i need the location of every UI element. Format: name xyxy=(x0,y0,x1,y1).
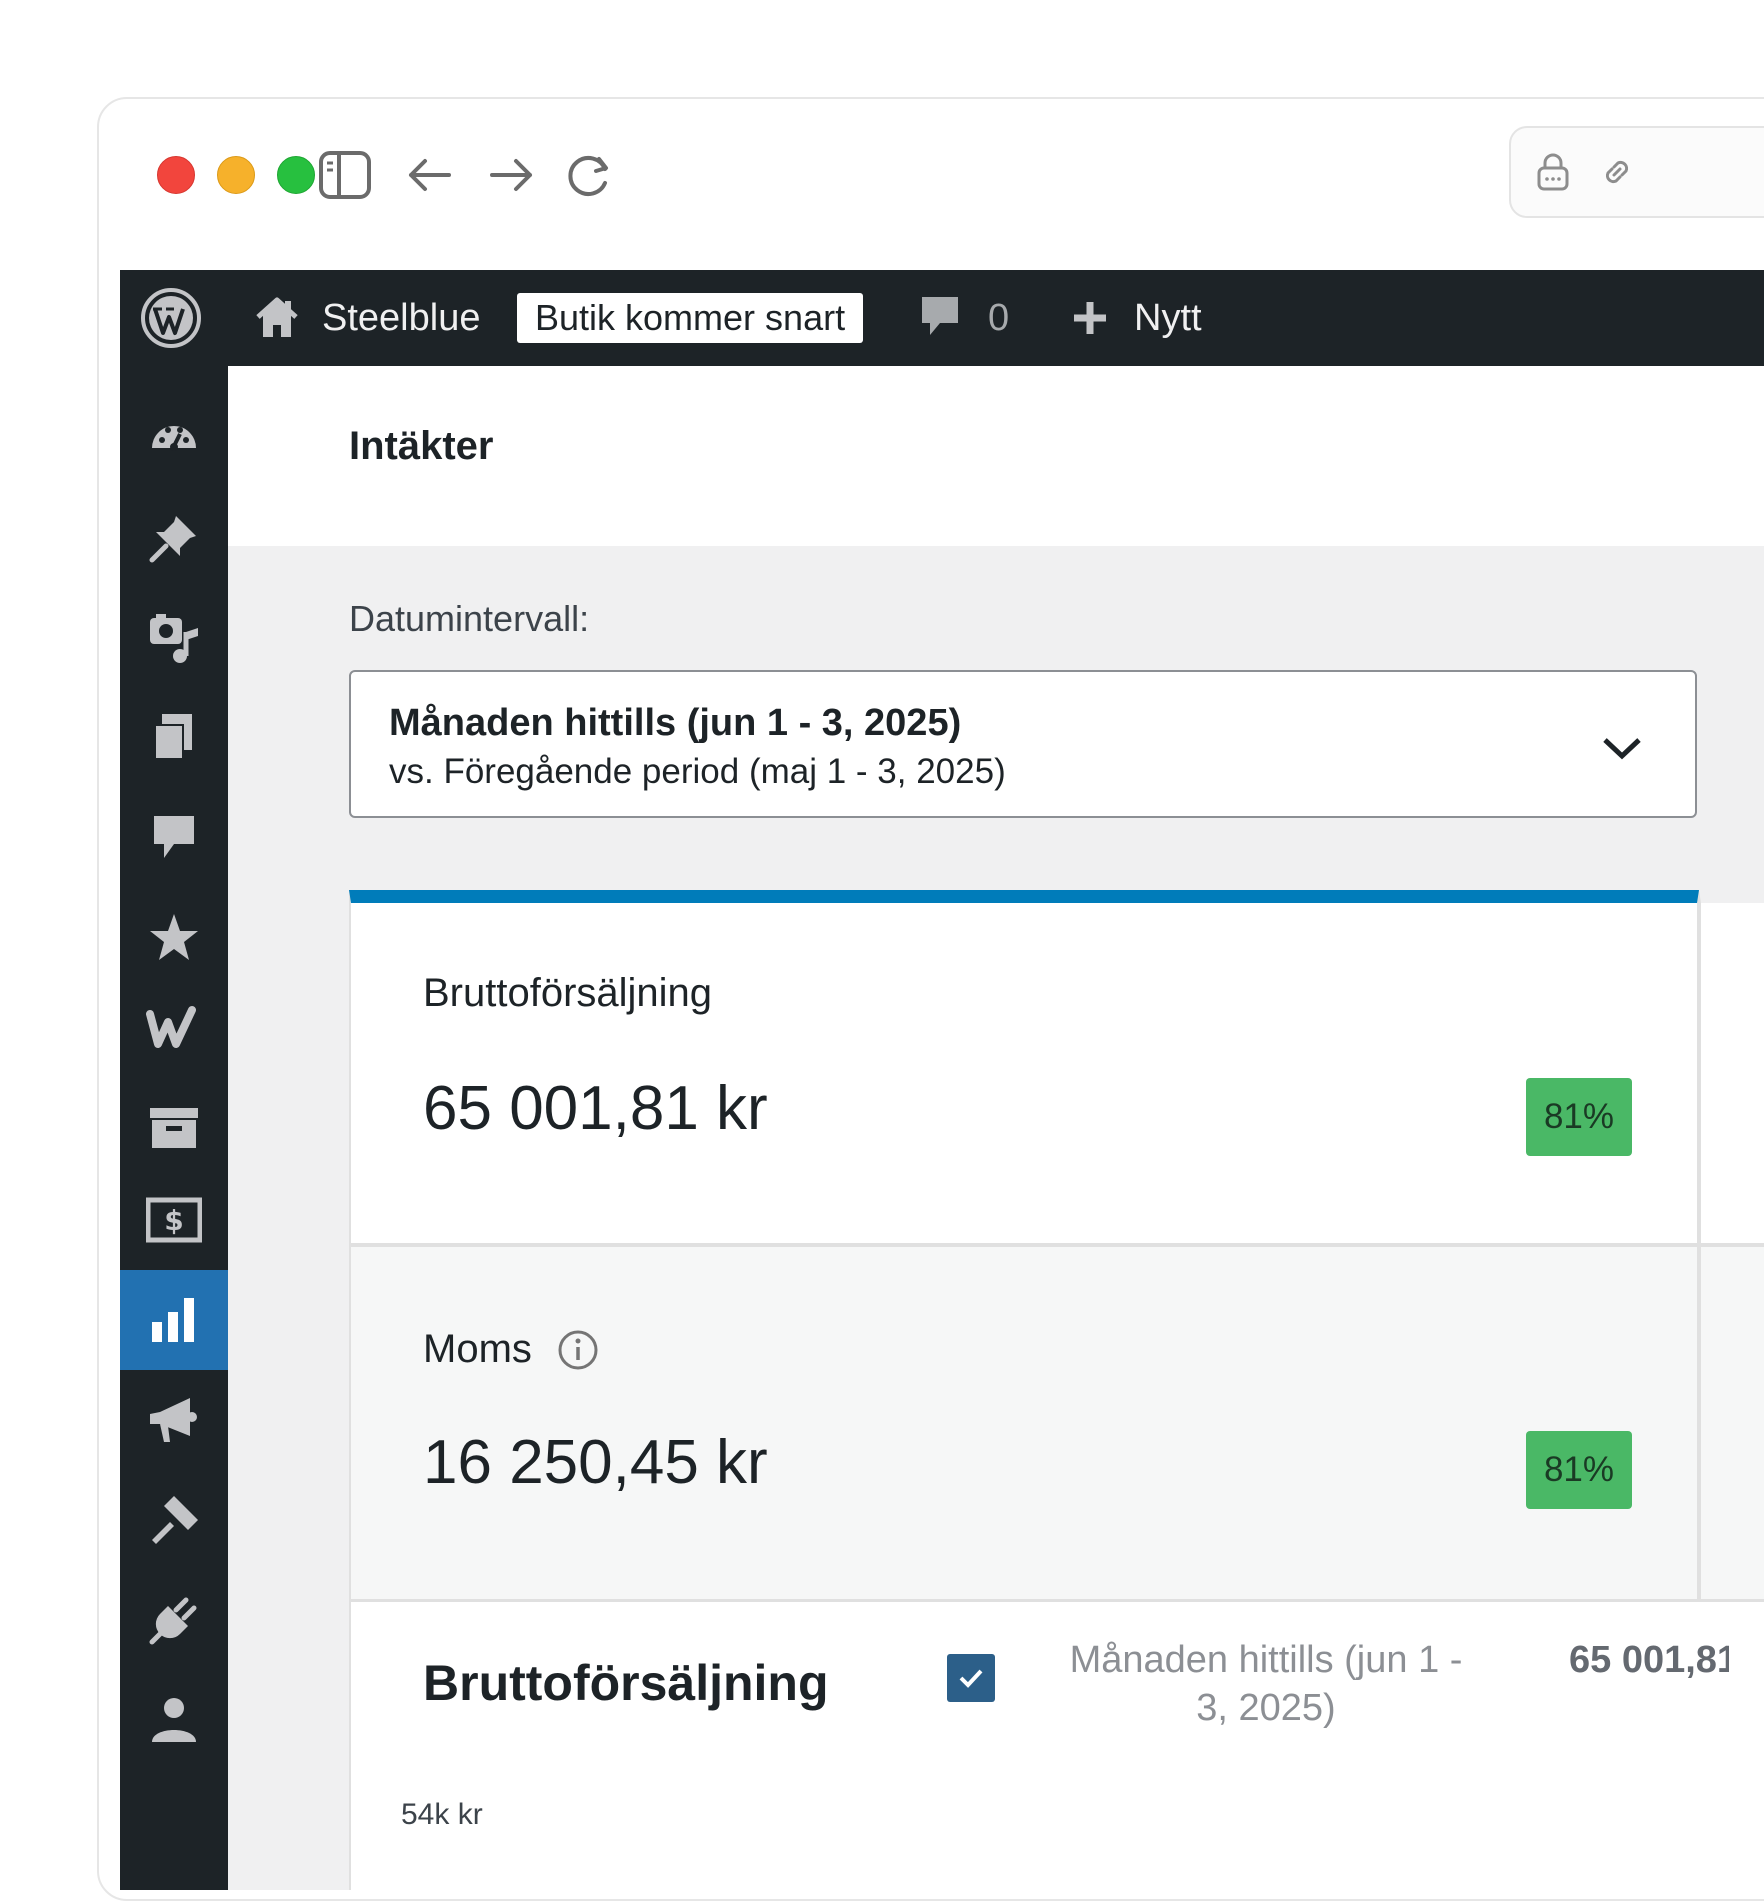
archive-icon xyxy=(150,1108,198,1148)
page-title: Intäkter xyxy=(349,424,494,468)
appearance-icon xyxy=(152,1496,198,1544)
sidebar-item-users[interactable] xyxy=(120,1670,228,1770)
sidebar-item-dashboard[interactable] xyxy=(120,388,228,488)
payments-icon: $ xyxy=(146,1197,202,1243)
sidebar-item-analytics[interactable] xyxy=(120,1270,228,1370)
date-range-primary: Månaden hittills (jun 1 - 3, 2025) xyxy=(389,702,962,744)
comments-link[interactable]: 0 xyxy=(918,270,1009,366)
chart-period: Månaden hittills (jun 1 - 3, 2025) xyxy=(1069,1639,1463,1729)
summary-value: 16 250,45 kr xyxy=(423,1428,768,1497)
summary-card-gross-sales[interactable]: Bruttoförsäljning 65 001,81 kr 81% xyxy=(349,890,1699,1245)
plugins-icon xyxy=(149,1597,197,1645)
admin-sidebar: $ xyxy=(120,366,228,1890)
new-label: Nytt xyxy=(1134,296,1202,339)
summary-card-tax[interactable]: Moms 16 250,45 kr 81% xyxy=(349,1245,1699,1601)
pages-icon xyxy=(154,714,192,760)
wordpress-logo-icon[interactable] xyxy=(140,270,202,366)
new-content-menu[interactable]: Nytt xyxy=(1070,270,1202,366)
sidebar-item-marketing[interactable] xyxy=(120,1370,228,1470)
series-checkbox[interactable] xyxy=(947,1654,995,1702)
info-icon[interactable] xyxy=(556,1328,600,1372)
site-name: Steelblue xyxy=(322,296,481,339)
sidebar-item-appearance[interactable] xyxy=(120,1470,228,1570)
address-bar[interactable] xyxy=(1509,126,1764,218)
delta-badge: 81% xyxy=(1526,1431,1632,1509)
checkmark-icon xyxy=(959,1669,983,1688)
sidebar-item-payments[interactable]: $ xyxy=(120,1170,228,1270)
comment-bubble-icon xyxy=(922,297,958,335)
summary-value: 65 001,81 kr xyxy=(423,1074,768,1143)
reload-icon[interactable] xyxy=(561,147,617,203)
megaphone-icon xyxy=(150,1398,197,1442)
summary-label-row: Moms xyxy=(423,1327,600,1372)
comments-count: 0 xyxy=(988,296,1010,339)
sidebar-item-posts[interactable] xyxy=(120,488,228,588)
summary-label: Bruttoförsäljning xyxy=(423,971,713,1015)
back-arrow-icon[interactable] xyxy=(401,147,457,203)
svg-text:$: $ xyxy=(164,1204,183,1237)
plus-icon xyxy=(1074,302,1106,334)
admin-bar: Steelblue Butik kommer snart 0 Nytt xyxy=(120,270,1764,366)
summary-card-next[interactable] xyxy=(1699,1245,1764,1601)
sidebar-item-products[interactable] xyxy=(120,1078,228,1178)
pin-icon xyxy=(149,516,196,563)
sidebar-item-pages[interactable] xyxy=(120,688,228,788)
summary-card-next[interactable] xyxy=(1699,890,1764,1245)
sidebar-item-media[interactable] xyxy=(120,588,228,688)
site-home-link[interactable]: Steelblue xyxy=(254,270,480,366)
minimize-window-button[interactable] xyxy=(217,156,255,194)
star-icon xyxy=(150,914,198,960)
home-icon xyxy=(256,297,298,337)
wordpress-admin: Steelblue Butik kommer snart 0 Nytt $ In… xyxy=(120,270,1764,1890)
analytics-icon xyxy=(152,1298,194,1342)
chart-title: Bruttoförsäljning xyxy=(423,1655,829,1711)
sidebar-item-woocommerce[interactable] xyxy=(120,978,228,1078)
forward-arrow-icon[interactable] xyxy=(484,147,540,203)
date-range-compare: vs. Föregående period (maj 1 - 3, 2025) xyxy=(389,752,1006,791)
y-axis-tick: 54k kr xyxy=(401,1798,483,1831)
summary-label: Moms xyxy=(423,1327,532,1371)
sidebar-item-comments[interactable] xyxy=(120,788,228,888)
media-icon xyxy=(150,614,198,663)
delta-badge: 81% xyxy=(1526,1078,1632,1156)
page-header: Intäkter xyxy=(228,366,1764,546)
sidebar-item-plugins[interactable] xyxy=(120,1570,228,1670)
coming-soon-label: Butik kommer snart xyxy=(517,293,864,343)
link-icon xyxy=(1605,160,1629,184)
dashboard-icon xyxy=(152,426,196,451)
sidebar-item-reviews[interactable] xyxy=(120,888,228,988)
comments-icon xyxy=(154,816,194,858)
date-range-label: Datumintervall: xyxy=(349,598,590,639)
zoom-window-button[interactable] xyxy=(277,156,315,194)
date-range-selector[interactable]: Månaden hittills (jun 1 - 3, 2025) vs. F… xyxy=(349,670,1697,818)
woocommerce-icon xyxy=(146,1006,196,1048)
users-icon xyxy=(152,1698,196,1742)
chevron-down-icon xyxy=(1603,738,1641,760)
close-window-button[interactable] xyxy=(157,156,195,194)
sidebar-toggle-icon[interactable] xyxy=(317,147,373,203)
chart-area: 54k kr xyxy=(349,1764,1764,1890)
chart-legend-header: Bruttoförsäljning Månaden hittills (jun … xyxy=(349,1600,1764,1766)
coming-soon-badge[interactable]: Butik kommer snart xyxy=(517,270,864,366)
chart-total: 65 001,81 xyxy=(1569,1639,1729,1681)
lock-icon xyxy=(1537,153,1569,191)
